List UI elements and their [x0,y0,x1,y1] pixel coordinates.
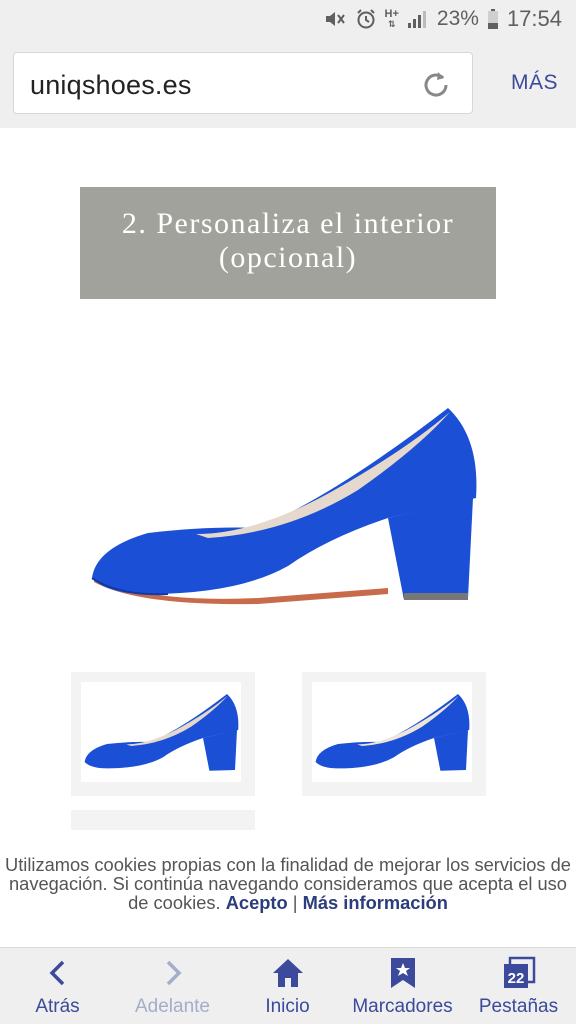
cookie-notice: Utilizamos cookies propias con la finali… [0,855,576,947]
more-button[interactable]: MÁS [511,71,558,95]
network-type-icon: H+ ⇅ [384,8,399,30]
address-bar[interactable]: uniqshoes.es [13,52,473,114]
tabs-icon: 22 [503,956,535,988]
banner-title: 2. Personaliza el interior [121,207,455,240]
shoe-thumbnail-image [84,694,239,771]
tabs-count: 22 [507,970,524,987]
shoe-thumbnail-image [315,694,470,771]
section-banner: 2. Personaliza el interior (opcional) [80,187,496,299]
back-chevron-icon [49,960,64,986]
back-button[interactable]: Atrás [0,948,115,1025]
web-content: 2. Personaliza el interior (opcional) [0,128,576,948]
browser-toolbar: uniqshoes.es MÁS [0,38,576,128]
more-info-link[interactable]: Más información [303,892,448,913]
product-thumbnail[interactable] [71,810,255,830]
product-main-image[interactable] [88,398,488,608]
signal-icon [407,9,429,29]
bookmark-star-icon [390,958,415,988]
network-type-label: H+ [384,8,399,20]
battery-icon [487,8,499,30]
home-button[interactable]: Inicio [230,948,345,1025]
forward-chevron-icon [166,960,181,986]
home-label: Inicio [265,996,310,1017]
link-separator: | [292,892,298,913]
tabs-label: Pestañas [478,996,559,1017]
banner-subtitle: (opcional) [218,241,358,274]
home-icon [272,959,303,987]
forward-label: Adelante [134,996,210,1017]
reload-icon[interactable] [418,67,454,103]
back-label: Atrás [35,996,80,1017]
tabs-button[interactable]: 22 Pestañas [461,948,576,1025]
url-text[interactable]: uniqshoes.es [30,70,192,101]
bookmarks-label: Marcadores [352,996,453,1017]
status-bar: H+ ⇅ 23% 17:54 [0,0,576,38]
cookie-text: Utilizamos cookies propias con la finali… [5,854,571,913]
forward-button[interactable]: Adelante [115,948,230,1025]
accept-cookies-link[interactable]: Acepto [226,892,288,913]
bottom-toolbar: Atrás Adelante Inicio Marcadores 22 Pest… [0,947,576,1024]
battery-percent: 23% [436,7,479,30]
product-thumbnail[interactable] [71,672,255,796]
mute-icon [323,8,347,30]
clock: 17:54 [506,6,562,31]
bookmarks-button[interactable]: Marcadores [345,948,460,1025]
product-thumbnail[interactable] [302,672,486,796]
alarm-icon [355,8,377,30]
